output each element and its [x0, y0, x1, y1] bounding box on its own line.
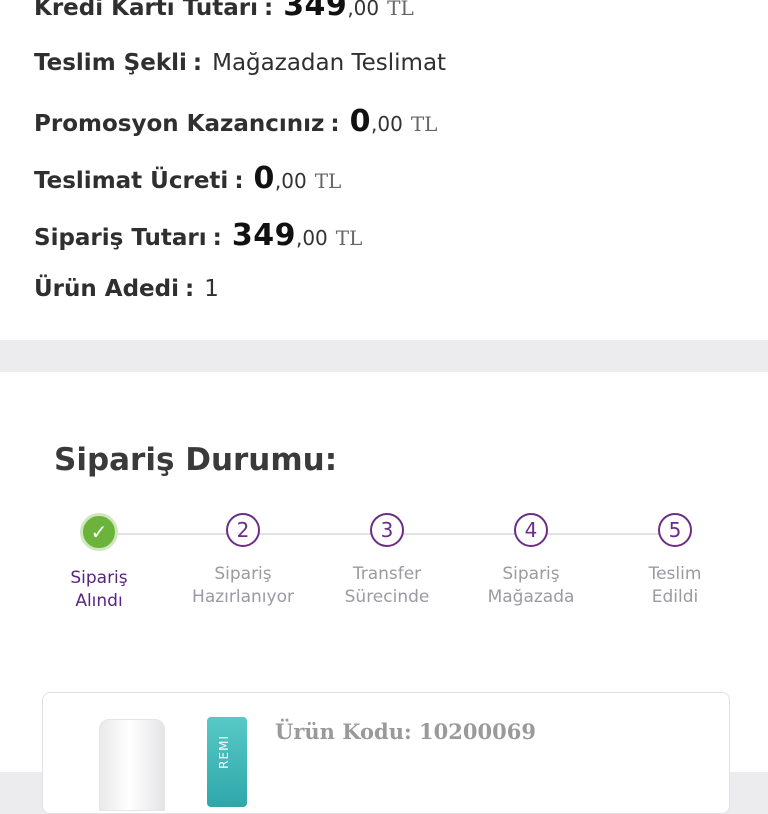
- teslimat-ucreti-row: Teslimat Ücreti : 0 ,00 TL: [34, 161, 341, 201]
- status-step-5: 5 Teslim Edildi: [605, 513, 745, 609]
- separator: :: [212, 225, 222, 251]
- urun-adedi-row: Ürün Adedi : 1: [34, 276, 219, 316]
- order-status-title: Sipariş Durumu:: [54, 442, 338, 478]
- step-label: Sipariş Mağazada: [487, 564, 575, 607]
- separator: :: [263, 0, 274, 21]
- kredi-karti-row: Kredi Kartı Tutarı : 349 ,00 TL: [34, 0, 414, 28]
- teslim-sekli-row: Teslim Şekli : Mağazadan Teslimat: [34, 50, 446, 90]
- order-summary-panel: Kredi Kartı Tutarı : 349 ,00 TL Teslim Ş…: [0, 0, 768, 340]
- package-text: REMI: [217, 735, 231, 769]
- step-label: Transfer Sürecinde: [344, 564, 430, 607]
- product-image-package[interactable]: REMI: [207, 717, 247, 807]
- status-step-2: 2 Sipariş Hazırlanıyor: [173, 513, 313, 609]
- check-icon: ✓: [80, 513, 118, 551]
- urun-adedi-value: 1: [204, 276, 219, 302]
- promosyon-decimal: ,00: [371, 112, 403, 136]
- siparis-tutari-amount: 349: [231, 218, 296, 253]
- kredi-karti-amount: 349: [283, 0, 348, 23]
- promosyon-label: Promosyon Kazancınız: [34, 111, 325, 137]
- separator: :: [330, 111, 340, 137]
- step-label: Sipariş Hazırlanıyor: [192, 564, 294, 607]
- product-card[interactable]: REMI Ürün Kodu: 10200069: [42, 692, 730, 814]
- kredi-karti-label: Kredi Kartı Tutarı: [34, 0, 258, 21]
- currency-label: TL: [314, 169, 342, 193]
- product-code-label: Ürün Kodu:: [275, 719, 412, 744]
- currency-label: TL: [387, 0, 414, 20]
- siparis-tutari-decimal: ,00: [295, 226, 328, 250]
- order-status-panel: Sipariş Durumu: ✓ Sipariş Alındı 2 Sipar…: [0, 372, 768, 814]
- step-number-badge: 5: [658, 513, 692, 547]
- siparis-tutari-row: Sipariş Tutarı : 349 ,00 TL: [34, 218, 362, 258]
- currency-label: TL: [335, 226, 363, 250]
- status-step-3: 3 Transfer Sürecinde: [317, 513, 457, 609]
- product-image-bottle[interactable]: [99, 719, 165, 811]
- teslimat-ucreti-amount: 0: [253, 161, 275, 196]
- urun-adedi-label: Ürün Adedi: [34, 276, 179, 302]
- promosyon-amount: 0: [349, 104, 371, 139]
- separator: :: [192, 50, 203, 76]
- teslimat-ucreti-decimal: ,00: [274, 169, 307, 193]
- product-code-value: 10200069: [419, 719, 536, 744]
- status-step-4: 4 Sipariş Mağazada: [461, 513, 601, 609]
- status-step-1: ✓ Sipariş Alındı: [29, 513, 169, 613]
- step-label: Teslim Edildi: [648, 564, 702, 607]
- promosyon-row: Promosyon Kazancınız : 0 ,00 TL: [34, 104, 437, 144]
- separator: :: [234, 168, 244, 194]
- step-number-badge: 2: [226, 513, 260, 547]
- step-number-badge: 4: [514, 513, 548, 547]
- step-number-badge: 3: [370, 513, 404, 547]
- step-label: Sipariş Alındı: [70, 568, 128, 611]
- teslim-sekli-value: Mağazadan Teslimat: [212, 50, 447, 76]
- product-code: Ürün Kodu: 10200069: [275, 719, 536, 744]
- separator: :: [185, 276, 195, 302]
- siparis-tutari-label: Sipariş Tutarı: [34, 225, 207, 251]
- kredi-karti-decimal: ,00: [347, 0, 380, 20]
- teslim-sekli-label: Teslim Şekli: [34, 50, 187, 76]
- teslimat-ucreti-label: Teslimat Ücreti: [34, 168, 229, 194]
- currency-label: TL: [410, 112, 438, 136]
